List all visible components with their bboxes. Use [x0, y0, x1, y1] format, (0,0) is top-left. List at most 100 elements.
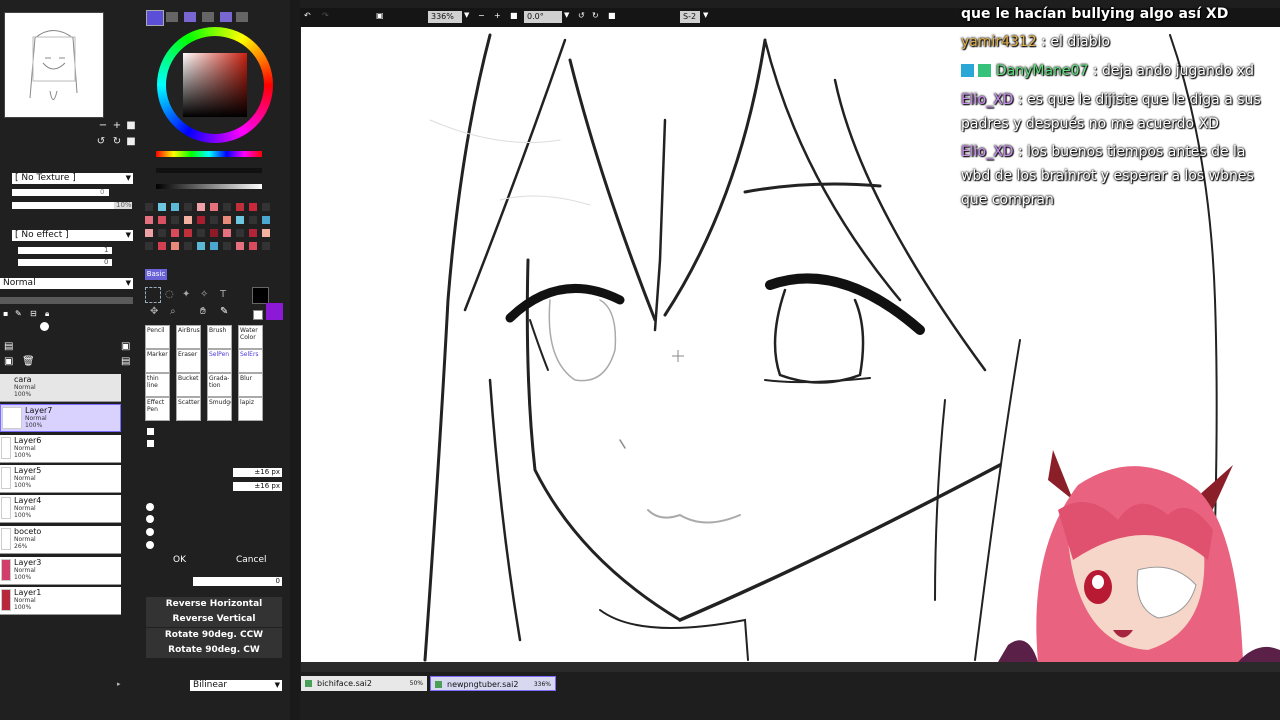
color-swatch[interactable]	[262, 242, 270, 250]
transparent-color-swatch[interactable]	[253, 310, 263, 320]
rotate-right-button[interactable]: ↻	[112, 137, 122, 147]
texture-dropdown[interactable]: [ No Texture ] ▼	[12, 173, 133, 184]
panel-scroll-arrow[interactable]: ▸	[117, 680, 121, 688]
hsv-slider-icon[interactable]	[184, 12, 196, 22]
mode-radio-1[interactable]	[146, 503, 154, 511]
color-swatch[interactable]	[236, 242, 244, 250]
color-swatch[interactable]	[249, 203, 257, 211]
color-swatch[interactable]	[184, 216, 192, 224]
texture-scale-slider[interactable]	[12, 189, 109, 196]
color-swatch[interactable]	[249, 242, 257, 250]
effect-slider-2[interactable]	[18, 259, 112, 266]
delete-layer-icon[interactable]: 🗑︎	[22, 356, 35, 367]
brush-tool[interactable]: Pencil	[145, 325, 170, 349]
color-swatch[interactable]	[158, 229, 166, 237]
brush-tool[interactable]: Effect Pen	[145, 397, 170, 421]
eyedropper-icon[interactable]: ✧	[200, 289, 208, 300]
mode-radio-4[interactable]	[146, 541, 154, 549]
color-swatch[interactable]	[171, 242, 179, 250]
reverse-vertical-button[interactable]: Reverse Vertical	[146, 612, 282, 627]
color-wheel-mode-icon[interactable]	[146, 10, 164, 26]
color-swatch[interactable]	[158, 203, 166, 211]
rotation-field[interactable]: 0.0°	[524, 11, 562, 23]
layer-row[interactable]: boceto Normal 26%	[0, 526, 121, 554]
brush-tool[interactable]: Scatter	[176, 397, 201, 421]
primary-color-swatch[interactable]	[252, 287, 269, 304]
mode-radio-2[interactable]	[146, 515, 154, 523]
rgb-slider-icon[interactable]	[166, 12, 178, 22]
navigator-preview[interactable]	[4, 12, 104, 118]
color-swatch[interactable]	[262, 216, 270, 224]
rotate-right-button[interactable]: ↻	[592, 11, 599, 20]
layer-row[interactable]: Layer5 Normal 100%	[0, 465, 121, 493]
text-icon[interactable]: T	[220, 289, 226, 300]
brush-tool[interactable]: thin line	[145, 373, 170, 397]
new-folder-icon[interactable]: ▣	[4, 356, 13, 367]
move-icon[interactable]: ✥	[150, 306, 158, 317]
color-swatch[interactable]	[158, 216, 166, 224]
color-swatch[interactable]	[197, 203, 205, 211]
texture-strength-slider[interactable]	[12, 202, 132, 209]
secondary-color-swatch[interactable]	[266, 303, 283, 320]
brush-tool[interactable]: AirBrush	[176, 325, 201, 349]
color-swatch[interactable]	[210, 203, 218, 211]
brush-tool[interactable]: Brush	[207, 325, 232, 349]
panel-scrollbar[interactable]	[290, 0, 300, 720]
color-swatch[interactable]	[171, 203, 179, 211]
chevron-down-icon[interactable]: ▼	[564, 11, 569, 19]
chevron-down-icon[interactable]: ▼	[464, 11, 469, 19]
move-px-field-1[interactable]: ±16 px	[233, 468, 282, 477]
lock-alpha-icon[interactable]: 🔒︎	[45, 309, 49, 319]
merge-down-icon[interactable]: ▣	[121, 341, 130, 352]
mode-radio-3[interactable]	[146, 528, 154, 536]
color-swatch[interactable]	[184, 242, 192, 250]
color-swatch[interactable]	[249, 229, 257, 237]
hand-icon[interactable]: ✋︎	[200, 306, 206, 317]
color-swatch[interactable]	[236, 216, 244, 224]
cancel-button[interactable]: Cancel	[236, 555, 267, 565]
color-swatch[interactable]	[171, 229, 179, 237]
color-swatch[interactable]	[184, 229, 192, 237]
color-swatch[interactable]	[262, 229, 270, 237]
color-swatch[interactable]	[249, 216, 257, 224]
clear-layer-icon[interactable]: ▤	[121, 356, 130, 367]
color-swatch[interactable]	[223, 203, 231, 211]
zoom-out-button[interactable]: −	[98, 121, 108, 131]
move-px-field-2[interactable]: ±16 px	[233, 482, 282, 491]
undo-icon[interactable]: ↶	[304, 11, 311, 20]
document-tab-active[interactable]: newpngtuber.sai2 336%	[430, 676, 556, 691]
saturation-slider[interactable]	[156, 168, 262, 173]
zoom-fit-button[interactable]: ■	[510, 11, 518, 20]
color-saturation-square[interactable]	[183, 53, 247, 117]
brush-tool[interactable]: Smudge	[207, 397, 232, 421]
lock-icon[interactable]: ⊟	[30, 309, 37, 318]
zoom-in-button[interactable]: +	[494, 11, 501, 20]
color-swatches[interactable]	[145, 203, 275, 265]
rotate-cw-button[interactable]: Rotate 90deg. CW	[146, 643, 282, 658]
color-swatch[interactable]	[210, 229, 218, 237]
color-swatch[interactable]	[184, 203, 192, 211]
color-swatch[interactable]	[262, 203, 270, 211]
brush-tool[interactable]: Grada-tion	[207, 373, 232, 397]
color-swatch[interactable]	[145, 229, 153, 237]
document-tab[interactable]: bichiface.sai2 50%	[301, 676, 427, 691]
color-swatch[interactable]	[145, 242, 153, 250]
interpolation-dropdown[interactable]: Bilinear ▼	[190, 680, 282, 691]
chevron-down-icon[interactable]: ▼	[703, 11, 708, 19]
color-swatch[interactable]	[223, 216, 231, 224]
color-swatch[interactable]	[158, 242, 166, 250]
rotate-left-button[interactable]: ↺	[96, 137, 106, 147]
pen-icon[interactable]: ✎	[220, 306, 228, 317]
color-swatch[interactable]	[223, 242, 231, 250]
layer-row[interactable]: cara Normal 100%	[0, 374, 121, 402]
value-slider[interactable]	[156, 184, 262, 189]
color-swatch[interactable]	[171, 216, 179, 224]
zoom-out-button[interactable]: −	[478, 11, 485, 20]
zoom-reset-button[interactable]: ■	[126, 121, 136, 131]
hue-slider[interactable]	[156, 151, 262, 157]
layer-row[interactable]: Layer1 Normal 100%	[0, 587, 121, 615]
swatch-icon[interactable]	[220, 12, 232, 22]
color-swatch[interactable]	[223, 229, 231, 237]
brush-tool[interactable]: Blur	[238, 373, 263, 397]
brush-tool[interactable]: SelPen	[207, 349, 232, 373]
